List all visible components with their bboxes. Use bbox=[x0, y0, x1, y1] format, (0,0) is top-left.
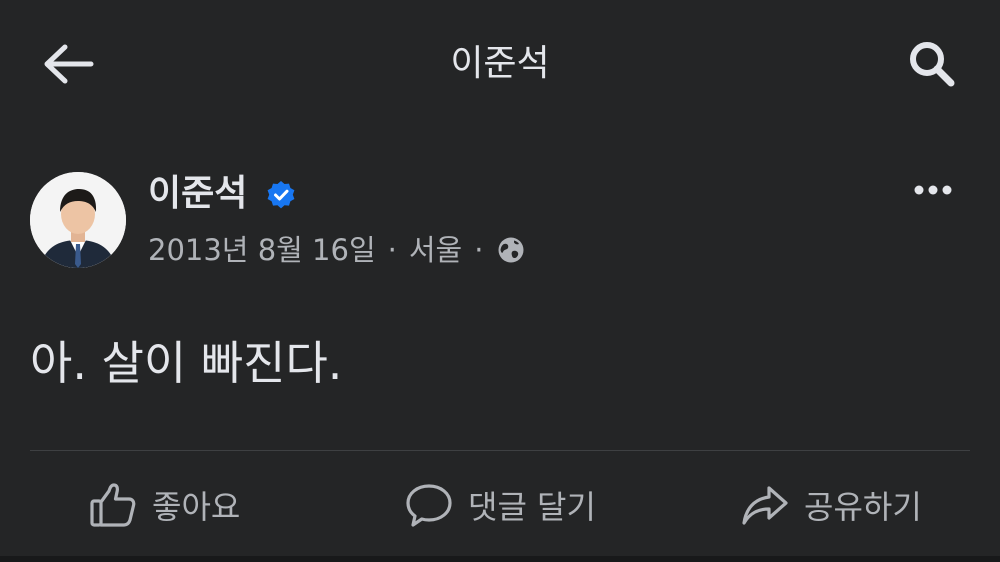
comment-bubble-icon bbox=[404, 480, 454, 530]
search-button[interactable] bbox=[900, 36, 964, 92]
comment-button[interactable]: 댓글 달기 bbox=[404, 474, 596, 536]
top-bar: 이준석 bbox=[0, 0, 1000, 130]
divider bbox=[30, 450, 970, 451]
bottom-separator bbox=[0, 556, 1000, 562]
post-text: 아. 살이 빠진다. bbox=[30, 336, 343, 390]
search-icon bbox=[910, 42, 955, 87]
meta-separator: · bbox=[474, 233, 484, 267]
like-label: 좋아요 bbox=[152, 488, 241, 526]
post-date[interactable]: 2013년 8월 16일 bbox=[148, 228, 376, 272]
share-button[interactable]: 공유하기 bbox=[740, 474, 922, 536]
back-button[interactable] bbox=[38, 38, 98, 90]
avatar[interactable] bbox=[30, 172, 126, 268]
globe-icon bbox=[498, 237, 524, 263]
meta-separator: · bbox=[387, 233, 397, 267]
page-title: 이준석 bbox=[450, 43, 550, 84]
more-options-button[interactable] bbox=[904, 170, 962, 210]
post-location[interactable]: 서울 bbox=[409, 228, 462, 272]
post-actions: 좋아요 댓글 달기 공유하기 bbox=[0, 460, 1000, 550]
thumbs-up-icon bbox=[88, 480, 138, 530]
author-name[interactable]: 이준석 bbox=[148, 168, 247, 220]
share-label: 공유하기 bbox=[804, 488, 922, 526]
arrow-left-icon bbox=[44, 44, 94, 84]
comment-label: 댓글 달기 bbox=[468, 488, 596, 526]
post-meta: 2013년 8월 16일 · 서울 · bbox=[148, 228, 525, 272]
profile-photo bbox=[30, 172, 126, 268]
share-arrow-icon bbox=[740, 480, 790, 530]
like-button[interactable]: 좋아요 bbox=[88, 474, 240, 536]
post-screen: 이준석 이준석 2013년 8월 16일 · 서울 · 아. 살이 빠진다. 좋… bbox=[0, 0, 1000, 562]
verified-badge-icon bbox=[267, 181, 295, 209]
more-dots-icon bbox=[914, 185, 952, 195]
